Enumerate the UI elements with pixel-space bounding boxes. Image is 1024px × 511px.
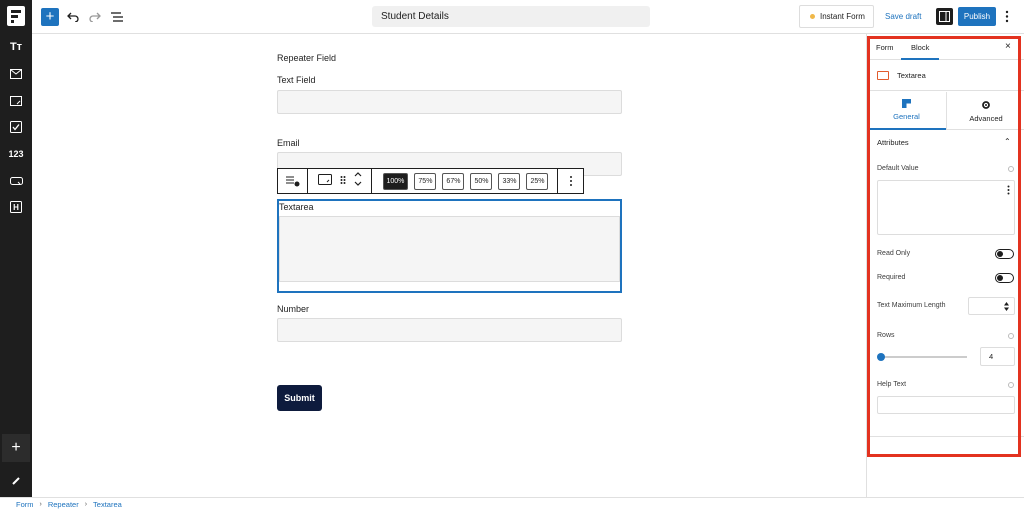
number-input[interactable] [277, 318, 622, 342]
chevron-right-icon: › [84, 501, 88, 508]
close-icon[interactable]: × [1005, 41, 1011, 52]
more-options-icon[interactable] [1002, 8, 1012, 25]
tab-advanced[interactable]: Advanced [946, 92, 1024, 130]
read-only-toggle[interactable] [995, 249, 1014, 259]
help-text-input[interactable] [877, 396, 1015, 414]
button-icon[interactable] [6, 172, 26, 190]
pen-icon[interactable] [6, 472, 26, 490]
breadcrumb-item-textarea[interactable]: Textarea [93, 500, 122, 509]
default-value-textarea[interactable] [877, 180, 1015, 235]
width-50-button[interactable]: 50% [470, 172, 493, 190]
required-label: Required [877, 274, 906, 281]
editor-canvas: Repeater Field Text Field Email 100% 75%… [32, 34, 866, 497]
rows-slider-track[interactable] [880, 356, 967, 358]
email-icon[interactable] [6, 65, 26, 83]
undo-icon[interactable] [65, 9, 81, 25]
instant-form-label: Instant Form [820, 12, 865, 21]
width-100-button[interactable]: 100% [382, 172, 409, 190]
gear-icon [982, 100, 990, 109]
rows-input[interactable]: 4 [980, 347, 1015, 366]
active-tab-indicator [901, 58, 939, 60]
heading-icon[interactable]: Tт [6, 38, 26, 56]
textarea-block[interactable]: Textarea [277, 199, 622, 293]
checkbox-icon[interactable] [6, 118, 26, 136]
rows-slider-thumb[interactable] [877, 353, 885, 361]
spinner-icon [1004, 302, 1009, 311]
chevron-up-icon[interactable]: ⌃ [1004, 137, 1011, 146]
submit-button[interactable]: Submit [277, 385, 322, 411]
required-toggle[interactable] [995, 273, 1014, 283]
textarea-block-icon [877, 71, 889, 80]
left-sidebar: Tт 123 H + [0, 0, 32, 497]
drag-handle-icon[interactable] [340, 172, 346, 190]
settings-sidebar-toggle-icon[interactable] [936, 8, 953, 25]
add-block-button[interactable]: + [2, 434, 30, 462]
breadcrumb: Form › Repeater › Textarea [0, 497, 1024, 511]
more-options-icon [1007, 185, 1010, 195]
add-block-toggle-button[interactable]: + [41, 8, 59, 26]
publish-button[interactable]: Publish [958, 7, 996, 26]
width-67-button[interactable]: 67% [442, 172, 465, 190]
settings-panel: Form Block × Textarea General Advanced A… [866, 34, 1024, 497]
read-only-label: Read Only [877, 250, 911, 257]
document-title[interactable]: Student Details [372, 6, 650, 27]
default-value-label: Default Value [877, 165, 919, 172]
help-text-label: Help Text [877, 381, 907, 388]
tab-advanced-label: Advanced [969, 113, 1003, 123]
block-options-icon[interactable] [558, 169, 583, 193]
info-icon [1008, 382, 1014, 388]
hidden-field-icon[interactable]: H [6, 198, 26, 216]
attributes-header[interactable]: Attributes [877, 138, 909, 147]
breadcrumb-item-form[interactable]: Form [16, 500, 34, 509]
instant-form-button[interactable]: Instant Form [799, 5, 874, 28]
redo-icon[interactable] [87, 9, 103, 25]
number-label: Number [277, 304, 310, 314]
move-up-down-icon[interactable] [354, 171, 362, 192]
chevron-right-icon: › [39, 501, 42, 508]
document-overview-icon[interactable] [109, 9, 125, 25]
top-toolbar: + Student Details Instant Form Save draf… [32, 0, 1024, 34]
textarea-input[interactable] [279, 216, 620, 282]
status-dot-icon [810, 14, 815, 19]
width-selector: 100% 75% 67% 50% 33% 25% [372, 169, 558, 193]
width-75-button[interactable]: 75% [414, 172, 437, 190]
tab-general-label: General [893, 112, 920, 121]
breadcrumb-item-repeater[interactable]: Repeater [48, 500, 79, 509]
rows-label: Rows [877, 332, 895, 339]
text-field-input[interactable] [277, 90, 622, 114]
width-25-button[interactable]: 25% [526, 172, 549, 190]
block-card: Textarea [867, 61, 1024, 91]
textarea-label: Textarea [279, 202, 314, 212]
block-toolbar: 100% 75% 67% 50% 33% 25% [277, 168, 584, 194]
block-name: Textarea [897, 71, 926, 80]
number-icon[interactable]: 123 [6, 145, 26, 163]
text-max-length-label: Text Maximum Length [877, 302, 946, 309]
email-label: Email [277, 138, 300, 148]
save-draft-button[interactable]: Save draft [885, 12, 921, 21]
tab-general[interactable]: General [867, 92, 946, 130]
info-icon [1008, 166, 1014, 172]
text-field-label: Text Field [277, 75, 316, 85]
tab-block[interactable]: Block [911, 43, 929, 52]
repeater-field-label: Repeater Field [277, 53, 337, 63]
textarea-block-icon[interactable] [317, 172, 332, 190]
textarea-icon[interactable] [6, 92, 26, 110]
settings-subtabs: General Advanced [867, 92, 1024, 130]
svg-text:H: H [13, 203, 19, 212]
panel-tabs: Form Block × [867, 34, 1024, 60]
general-icon [902, 99, 911, 108]
parent-block-selector-icon[interactable] [278, 169, 308, 193]
app-logo-icon[interactable] [7, 6, 25, 26]
tab-form[interactable]: Form [876, 43, 894, 52]
info-icon [1008, 333, 1014, 339]
block-mover [308, 169, 372, 193]
width-33-button[interactable]: 33% [498, 172, 521, 190]
text-max-length-input[interactable] [968, 297, 1015, 315]
divider [867, 436, 1024, 437]
